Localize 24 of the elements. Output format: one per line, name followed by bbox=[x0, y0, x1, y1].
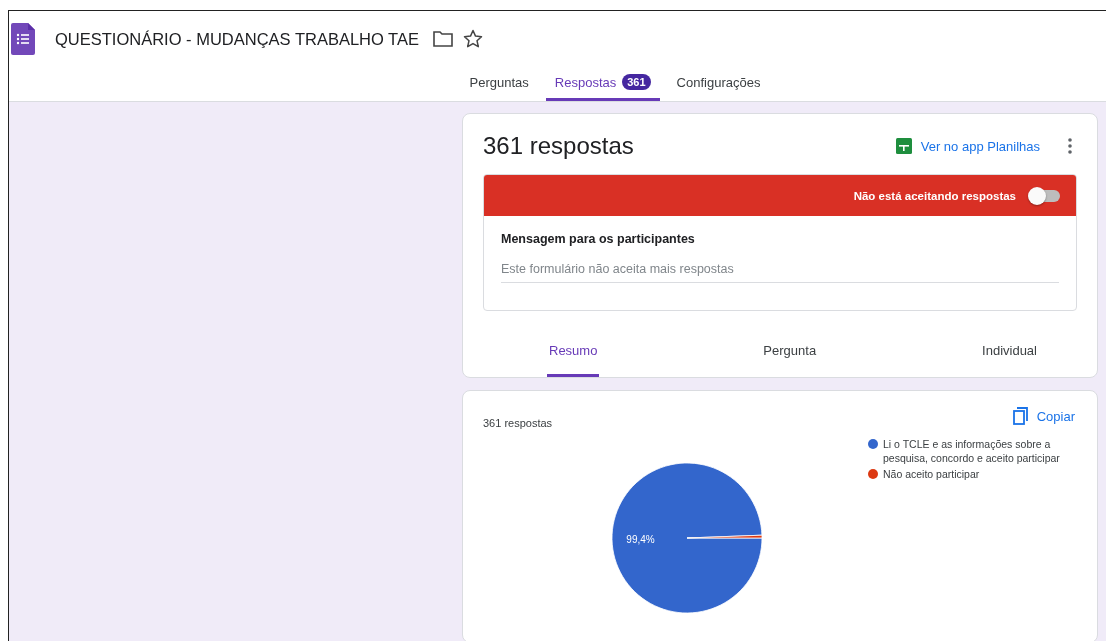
more-options-icon[interactable] bbox=[1068, 138, 1072, 154]
copy-button[interactable]: Copiar bbox=[1012, 407, 1075, 425]
view-tab[interactable]: Resumo bbox=[547, 339, 600, 377]
response-count: 361 respostas bbox=[483, 417, 553, 429]
count-badge: 361 bbox=[622, 74, 651, 90]
tab[interactable]: Respostas 361 bbox=[545, 68, 660, 101]
message-label: Mensagem para os participantes bbox=[501, 232, 696, 246]
view-tab[interactable]: Pergunta bbox=[761, 339, 819, 377]
sheets-link[interactable]: Ver no app Planilhas bbox=[891, 134, 1044, 158]
copy-icon bbox=[1012, 407, 1029, 425]
forms-logo-icon[interactable] bbox=[11, 23, 35, 55]
star-icon[interactable] bbox=[463, 29, 483, 49]
legend-label: Li o TCLE e as informações sobre a pesquisa, concordo e aceito participar bbox=[883, 437, 1061, 465]
legend-label: Não aceito participar bbox=[883, 467, 980, 481]
form-title[interactable]: QUESTIONÁRIO - MUDANÇAS TRABALHO TAE bbox=[55, 29, 419, 49]
slice-label: 99,4% bbox=[626, 533, 655, 545]
folder-icon[interactable] bbox=[433, 31, 453, 47]
accepting-toggle[interactable] bbox=[1028, 186, 1060, 205]
view-tab[interactable]: Individual bbox=[980, 339, 1039, 377]
accepting-label: Não está aceitando respostas bbox=[853, 189, 1016, 202]
tab[interactable]: Configurações bbox=[667, 68, 770, 101]
responses-heading: 361 respostas bbox=[483, 132, 635, 160]
tab[interactable]: Perguntas bbox=[460, 68, 538, 101]
spreadsheet-icon bbox=[895, 138, 912, 154]
